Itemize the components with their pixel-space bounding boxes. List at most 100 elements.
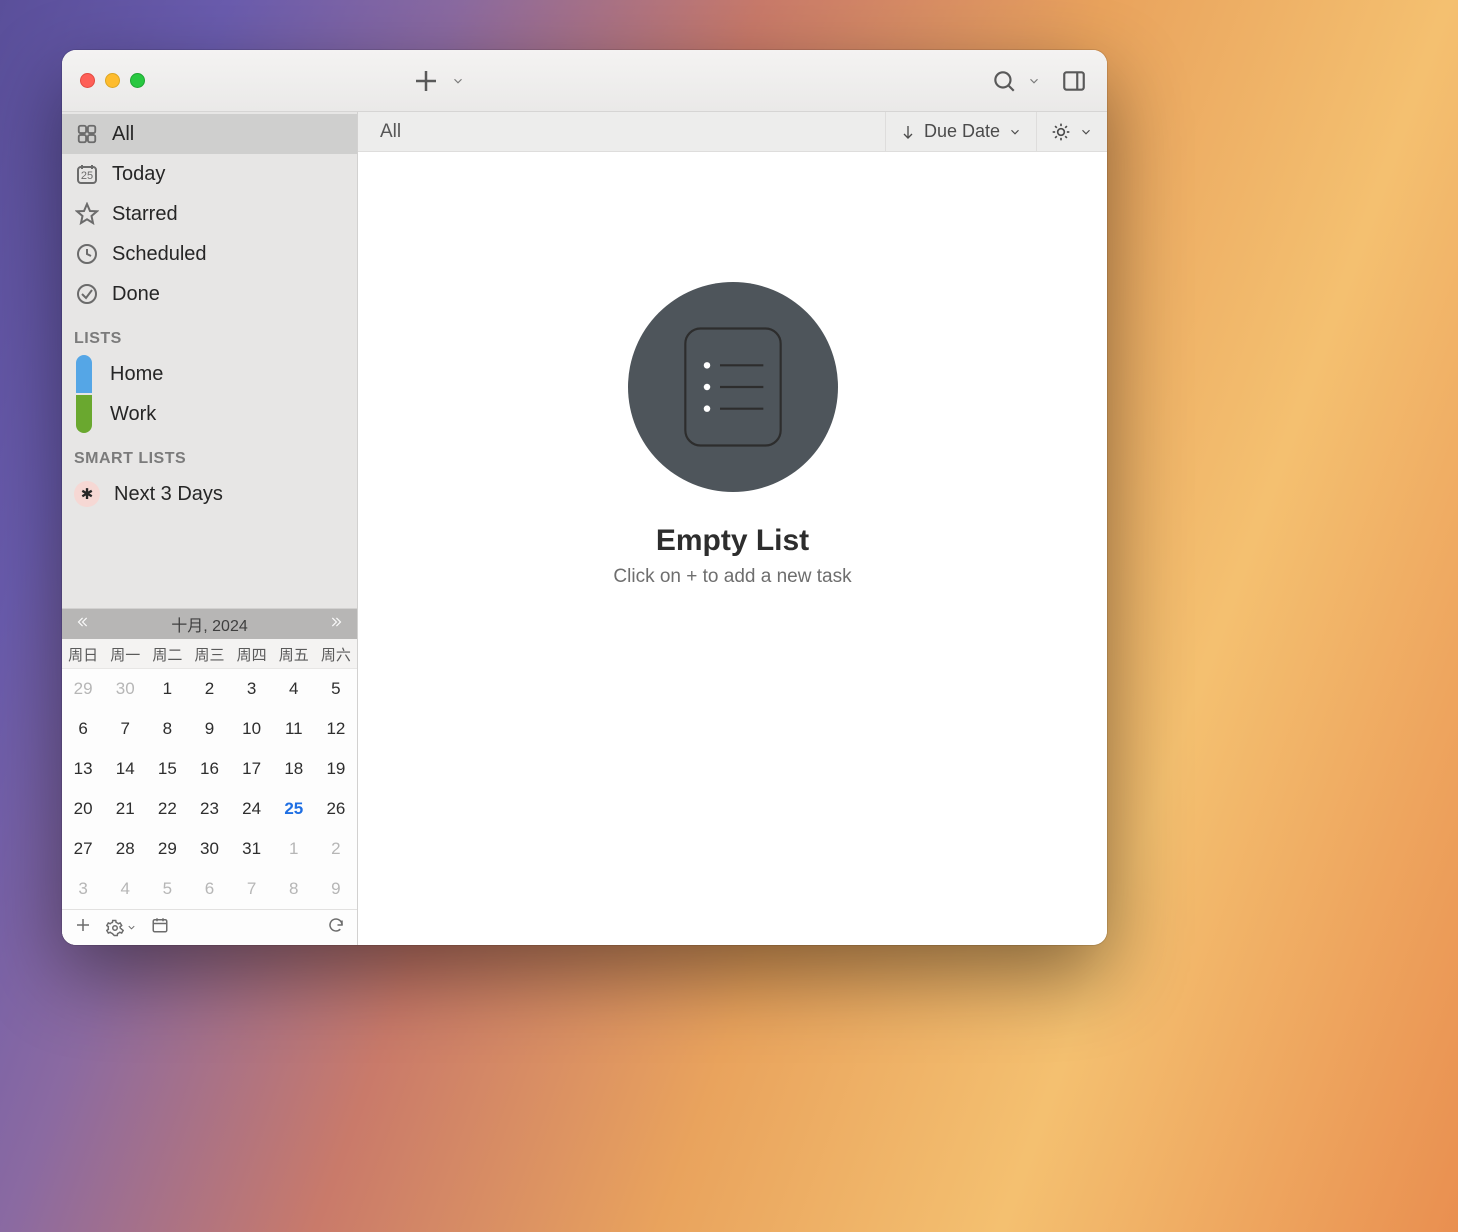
view-options-button[interactable] xyxy=(1036,112,1107,151)
zoom-window-button[interactable] xyxy=(130,73,145,88)
sidebar-item-today[interactable]: 25 Today xyxy=(62,154,357,194)
sidebar-item-label: Starred xyxy=(112,203,178,226)
empty-list-icon xyxy=(628,282,838,492)
breadcrumb: All xyxy=(358,121,423,143)
sort-button[interactable]: Due Date xyxy=(885,112,1036,151)
calendar-day[interactable]: 20 xyxy=(62,789,104,829)
clock-icon xyxy=(74,241,100,267)
sidebar-item-label: Scheduled xyxy=(112,243,207,266)
calendar-day[interactable]: 9 xyxy=(315,869,357,909)
minimize-window-button[interactable] xyxy=(105,73,120,88)
search-button[interactable] xyxy=(985,64,1047,98)
calendar-day[interactable]: 23 xyxy=(188,789,230,829)
titlebar xyxy=(62,50,1107,112)
mini-calendar: 十月, 2024 周日周一周二周三周四周五周六 2930123456789101… xyxy=(62,608,357,945)
calendar-day[interactable]: 10 xyxy=(231,709,273,749)
calendar-day[interactable]: 30 xyxy=(188,829,230,869)
calendar-day[interactable]: 3 xyxy=(62,869,104,909)
sync-button[interactable] xyxy=(327,916,345,939)
calendar-day[interactable]: 19 xyxy=(315,749,357,789)
calendar-day[interactable]: 22 xyxy=(146,789,188,829)
calendar-next-month[interactable] xyxy=(325,615,349,634)
smartlists-header: SMART LISTS xyxy=(62,434,357,474)
list-color-icon xyxy=(76,395,92,433)
check-circle-icon xyxy=(74,281,100,307)
calendar-day[interactable]: 3 xyxy=(231,669,273,709)
settings-button[interactable] xyxy=(106,919,137,937)
calendar-day[interactable]: 21 xyxy=(104,789,146,829)
calendar-day[interactable]: 9 xyxy=(188,709,230,749)
list-color-icon xyxy=(76,355,92,393)
calendar-day[interactable]: 24 xyxy=(231,789,273,829)
chevron-down-icon xyxy=(1079,125,1093,139)
calendar-dow: 周日 xyxy=(62,639,104,669)
empty-state: Empty List Click on + to add a new task xyxy=(358,152,1107,945)
calendar-day[interactable]: 8 xyxy=(273,869,315,909)
calendar-day[interactable]: 6 xyxy=(62,709,104,749)
calendar-day[interactable]: 17 xyxy=(231,749,273,789)
calendar-day[interactable]: 7 xyxy=(231,869,273,909)
chevron-down-icon xyxy=(451,74,465,88)
add-task-button[interactable] xyxy=(405,62,471,100)
calendar-day[interactable]: 29 xyxy=(62,669,104,709)
sidebar: All 25 Today Starred xyxy=(62,112,358,945)
calendar-day[interactable]: 6 xyxy=(188,869,230,909)
sort-label: Due Date xyxy=(924,121,1000,142)
calendar-day[interactable]: 1 xyxy=(273,829,315,869)
calendar-dow: 周五 xyxy=(273,639,315,669)
calendar-day[interactable]: 11 xyxy=(273,709,315,749)
sidebar-item-label: Done xyxy=(112,283,160,306)
calendar-day[interactable]: 29 xyxy=(146,829,188,869)
app-window: All 25 Today Starred xyxy=(62,50,1107,945)
sidebar-item-all[interactable]: All xyxy=(62,114,357,154)
calendar-day[interactable]: 28 xyxy=(104,829,146,869)
calendar-day[interactable]: 4 xyxy=(273,669,315,709)
calendar-day[interactable]: 5 xyxy=(315,669,357,709)
calendar-day[interactable]: 30 xyxy=(104,669,146,709)
empty-subtitle: Click on + to add a new task xyxy=(613,566,851,588)
calendar-view-button[interactable] xyxy=(151,916,169,939)
sidebar-item-label: Work xyxy=(106,403,156,426)
calendar-day[interactable]: 16 xyxy=(188,749,230,789)
star-icon xyxy=(74,201,100,227)
sidebar-item-label: Today xyxy=(112,163,165,186)
calendar-day[interactable]: 1 xyxy=(146,669,188,709)
sidebar-list-item[interactable]: Work xyxy=(62,394,357,434)
calendar-dow: 周四 xyxy=(231,639,273,669)
calendar-day[interactable]: 7 xyxy=(104,709,146,749)
calendar-today-icon: 25 xyxy=(74,161,100,187)
calendar-day[interactable]: 2 xyxy=(188,669,230,709)
calendar-title: 十月, 2024 xyxy=(171,612,248,636)
calendar-day[interactable]: 26 xyxy=(315,789,357,829)
sidebar-item-done[interactable]: Done xyxy=(62,274,357,314)
add-list-button[interactable] xyxy=(74,916,92,939)
calendar-day[interactable]: 27 xyxy=(62,829,104,869)
sidebar-list-item[interactable]: Home xyxy=(62,354,357,394)
chevron-down-icon xyxy=(1008,125,1022,139)
main-pane: All Due Date xyxy=(358,112,1107,945)
toggle-detail-pane-button[interactable] xyxy=(1055,64,1093,98)
chevron-down-icon xyxy=(1027,74,1041,88)
calendar-prev-month[interactable] xyxy=(70,615,94,634)
sidebar-smartlist-item[interactable]: ✱Next 3 Days xyxy=(62,474,357,514)
calendar-day[interactable]: 12 xyxy=(315,709,357,749)
calendar-day[interactable]: 5 xyxy=(146,869,188,909)
sidebar-item-starred[interactable]: Starred xyxy=(62,194,357,234)
calendar-day[interactable]: 4 xyxy=(104,869,146,909)
empty-title: Empty List xyxy=(656,524,809,558)
calendar-dow: 周六 xyxy=(315,639,357,669)
calendar-day[interactable]: 14 xyxy=(104,749,146,789)
calendar-day[interactable]: 13 xyxy=(62,749,104,789)
close-window-button[interactable] xyxy=(80,73,95,88)
sidebar-item-label: Home xyxy=(106,363,163,386)
window-controls xyxy=(80,73,145,88)
calendar-day[interactable]: 18 xyxy=(273,749,315,789)
calendar-day[interactable]: 25 xyxy=(273,789,315,829)
calendar-dow: 周三 xyxy=(188,639,230,669)
calendar-day[interactable]: 2 xyxy=(315,829,357,869)
sidebar-item-label: All xyxy=(112,123,134,146)
calendar-day[interactable]: 15 xyxy=(146,749,188,789)
calendar-day[interactable]: 8 xyxy=(146,709,188,749)
calendar-day[interactable]: 31 xyxy=(231,829,273,869)
sidebar-item-scheduled[interactable]: Scheduled xyxy=(62,234,357,274)
